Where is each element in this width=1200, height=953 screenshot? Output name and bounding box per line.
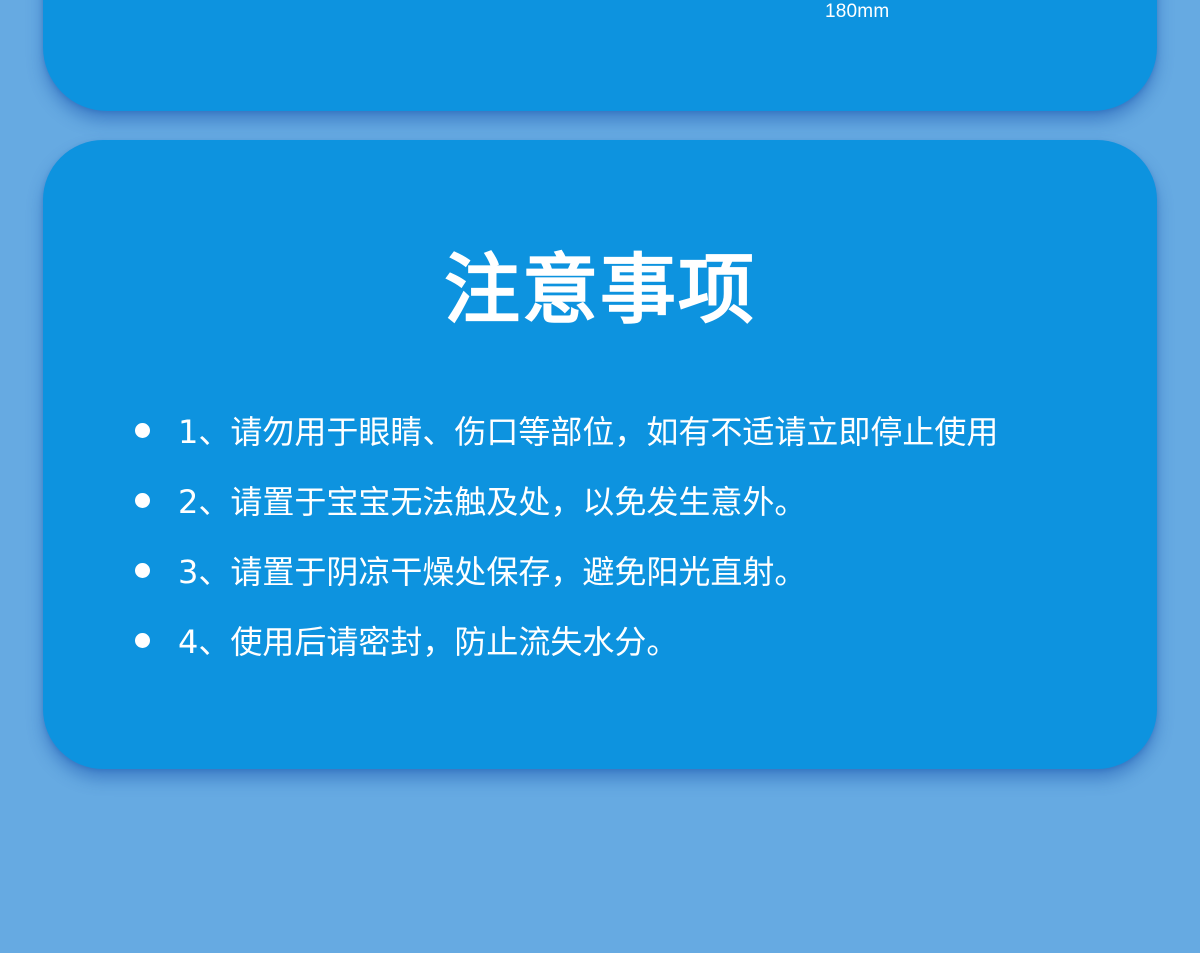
notice-item-text: 1、请勿用于眼睛、伤口等部位，如有不适请立即停止使用: [178, 413, 999, 451]
product-info-card: 180mm: [43, 0, 1157, 111]
notice-item-text: 3、请置于阴凉干燥处保存，避免阳光直射。: [178, 553, 807, 591]
bullet-dot-icon: [135, 422, 150, 438]
notice-title: 注意事项: [444, 245, 756, 334]
notice-item: 1、请勿用于眼睛、伤口等部位，如有不适请立即停止使用: [135, 395, 998, 465]
notice-item-text: 4、使用后请密封，防止流失水分。: [178, 623, 679, 661]
bullet-dot-icon: [135, 562, 150, 578]
bullet-dot-icon: [135, 632, 150, 648]
notice-item: 2、请置于宝宝无法触及处，以免发生意外。: [135, 465, 998, 535]
dimension-label: 180mm: [825, 1, 890, 22]
notice-item: 3、请置于阴凉干燥处保存，避免阳光直射。: [135, 535, 998, 605]
notice-list: 1、请勿用于眼睛、伤口等部位，如有不适请立即停止使用 2、请置于宝宝无法触及处，…: [135, 395, 998, 675]
notice-item: 4、使用后请密封，防止流失水分。: [135, 605, 998, 675]
bullet-dot-icon: [135, 492, 150, 508]
notice-card: 注意事项 1、请勿用于眼睛、伤口等部位，如有不适请立即停止使用 2、请置于宝宝无…: [43, 140, 1157, 769]
notice-item-text: 2、请置于宝宝无法触及处，以免发生意外。: [178, 483, 807, 521]
